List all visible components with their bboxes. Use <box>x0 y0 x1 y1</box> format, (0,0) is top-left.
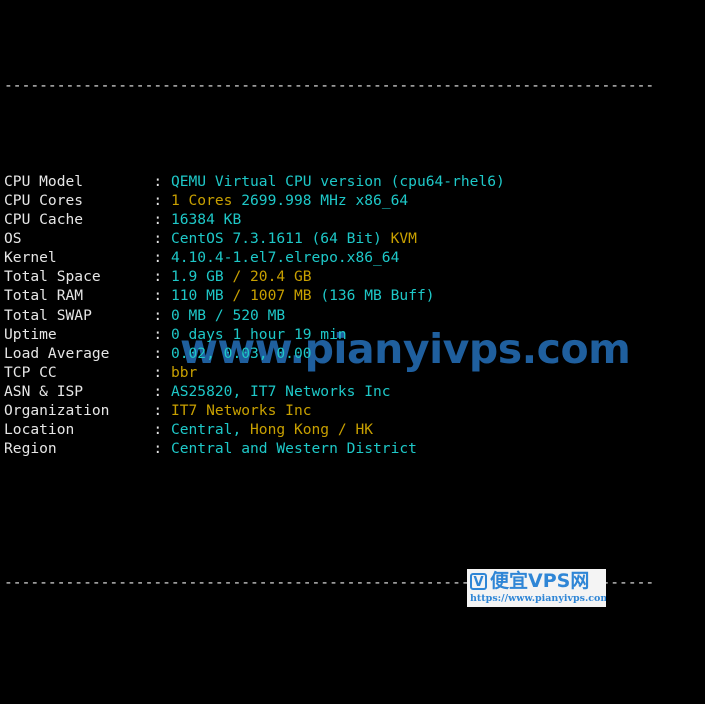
system-info-label: Total RAM : <box>4 287 171 305</box>
badge-url: https://www.pianyivps.com <box>470 593 606 604</box>
system-info-value: / 1007 MB <box>232 287 321 305</box>
system-info-row: Kernel : 4.10.4-1.el7.elrepo.x86_64 <box>4 248 701 267</box>
system-info-value: AS25820, IT7 Networks Inc <box>170 382 391 400</box>
system-info-value: 110 MB <box>170 287 233 305</box>
separator-top: ----------------------------------------… <box>4 77 655 95</box>
system-info-label: Location : <box>4 421 171 439</box>
system-info-row: TCP CC : bbr <box>4 363 701 382</box>
system-info-label: CPU Cores : <box>4 191 171 209</box>
system-info-block: CPU Model : QEMU Virtual CPU version (cp… <box>4 172 701 458</box>
system-info-label: Total SWAP : <box>4 306 171 324</box>
system-info-row: Location : Central, Hong Kong / HK <box>4 420 701 439</box>
system-info-value: 0.02, 0.03, 0.00 <box>170 344 312 362</box>
system-info-value: 4.10.4-1.el7.elrepo.x86_64 <box>170 249 400 267</box>
system-info-value: 0 days 1 hour 19 min <box>170 325 347 343</box>
system-info-row: CPU Cores : 1 Cores 2699.998 MHz x86_64 <box>4 191 701 210</box>
system-info-value: Central, <box>170 421 251 439</box>
system-info-label: CPU Cache : <box>4 211 171 229</box>
system-info-value: KVM <box>390 230 417 248</box>
system-info-row: Uptime : 0 days 1 hour 19 min <box>4 325 701 344</box>
system-info-row: Load Average : 0.02, 0.03, 0.00 <box>4 344 701 363</box>
system-info-value: Hong Kong / HK <box>250 421 374 439</box>
system-info-row: Total SWAP : 0 MB / 520 MB <box>4 306 701 325</box>
system-info-value: / 20.4 GB <box>232 268 312 286</box>
system-info-row: CPU Model : QEMU Virtual CPU version (cp… <box>4 172 701 191</box>
system-info-value: bbr <box>170 363 198 381</box>
system-info-value: CentOS 7.3.1611 (64 Bit) <box>170 230 391 248</box>
system-info-value: (136 MB Buff) <box>320 287 435 305</box>
system-info-label: Organization : <box>4 401 171 419</box>
system-info-label: CPU Model : <box>4 172 171 190</box>
system-info-label: Kernel : <box>4 249 171 267</box>
system-info-value: IT7 Networks Inc <box>170 401 312 419</box>
system-info-row: Total RAM : 110 MB / 1007 MB (136 MB Buf… <box>4 286 701 305</box>
system-info-value: 0 MB / 520 MB <box>170 306 286 324</box>
badge-title: 便宜VPS网 <box>490 570 590 592</box>
v-logo-icon: V <box>470 573 487 590</box>
system-info-row: Total Space : 1.9 GB / 20.4 GB <box>4 267 701 286</box>
system-info-row: ASN & ISP : AS25820, IT7 Networks Inc <box>4 382 701 401</box>
system-info-value: QEMU Virtual CPU version (cpu64-rhel6) <box>170 172 505 190</box>
system-info-label: Total Space : <box>4 268 171 286</box>
badge-title-line: V 便宜VPS网 <box>470 570 603 593</box>
watermark-badge: V 便宜VPS网 https://www.pianyivps.com <box>467 569 606 607</box>
system-info-label: Load Average : <box>4 344 171 362</box>
system-info-row: CPU Cache : 16384 KB <box>4 210 701 229</box>
system-info-value: Central and Western District <box>170 440 417 458</box>
system-info-row: OS : CentOS 7.3.1611 (64 Bit) KVM <box>4 229 701 248</box>
system-info-value: 2699.998 MHz x86_64 <box>241 191 409 209</box>
terminal-screen: ----------------------------------------… <box>0 0 705 704</box>
system-info-label: TCP CC : <box>4 363 171 381</box>
system-info-value: 1.9 GB <box>170 268 233 286</box>
system-info-label: OS : <box>4 230 171 248</box>
system-info-value: 16384 KB <box>170 211 242 229</box>
system-info-label: ASN & ISP : <box>4 382 171 400</box>
system-info-value: 1 Cores <box>170 191 242 209</box>
system-info-label: Region : <box>4 440 171 458</box>
system-info-label: Uptime : <box>4 325 171 343</box>
system-info-row: Organization : IT7 Networks Inc <box>4 401 701 420</box>
system-info-row: Region : Central and Western District <box>4 439 701 458</box>
